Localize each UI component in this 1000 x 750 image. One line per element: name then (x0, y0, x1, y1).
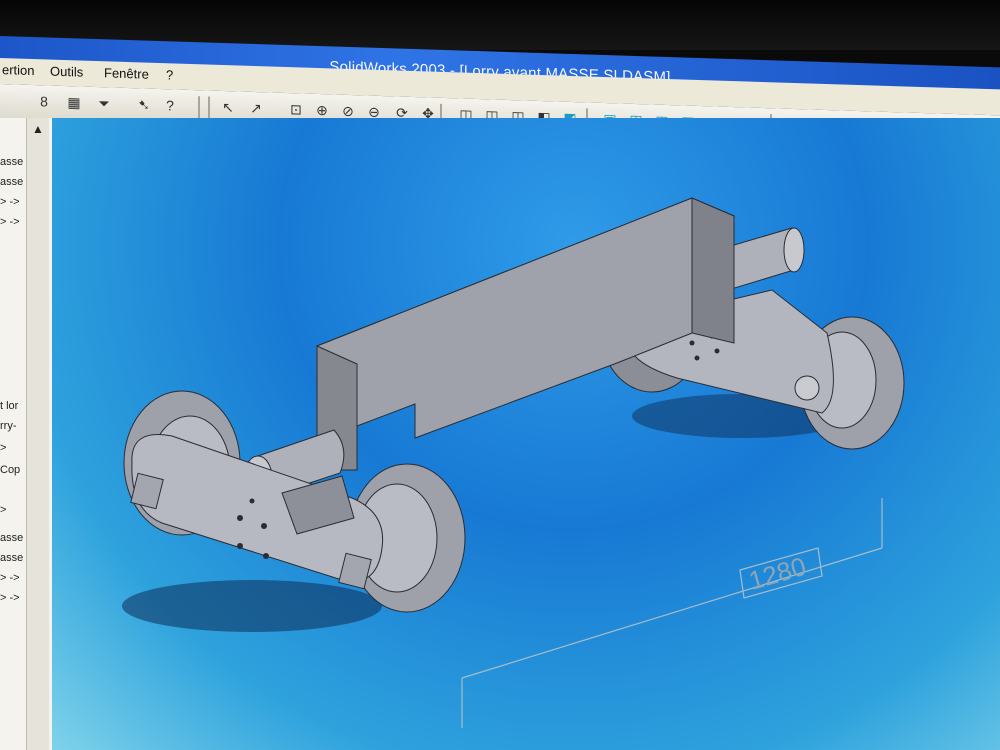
feature-tree-item[interactable]: > -> (0, 592, 20, 604)
feature-tree-item[interactable]: > (0, 504, 6, 516)
front-bogie[interactable] (123, 390, 466, 613)
menu-fenetre[interactable]: Fenêtre (104, 65, 149, 81)
beam-side-face (691, 197, 735, 344)
feature-tree-item[interactable]: > -> (0, 216, 20, 228)
dimension-1280[interactable]: 1280 (461, 498, 883, 728)
rear-axle-end (783, 227, 805, 273)
filter-icon[interactable]: ⏷ (94, 93, 114, 114)
zoom-fit-icon[interactable]: ⊡ (286, 99, 306, 120)
menu-outils[interactable]: Outils (50, 64, 83, 80)
front-bogie-shadow (122, 580, 382, 632)
help-icon[interactable]: ? (160, 95, 180, 116)
feature-tree-item[interactable]: Cop (0, 464, 20, 476)
options-icon[interactable]: ▦ (64, 92, 84, 113)
feature-tree-item[interactable]: > -> (0, 196, 20, 208)
feature-manager-panel: asse asse > -> > -> t lor rry- > Cop > asse asse > … (0, 118, 53, 750)
feature-tree-item[interactable]: > (0, 442, 6, 454)
toolbar-separator (208, 96, 210, 119)
beam-front-face (316, 197, 693, 471)
select-icon[interactable]: ↖ (218, 97, 238, 118)
menu-insertion[interactable]: ertion (2, 62, 35, 78)
toolbar-separator (198, 96, 200, 119)
feature-tree-item[interactable]: t lor (0, 400, 18, 412)
select-other-icon[interactable]: ↗ (246, 98, 266, 119)
assembly-scene[interactable]: 1280 (52, 118, 1000, 750)
feature-tree-item[interactable]: asse (0, 552, 23, 564)
menu-help[interactable]: ? (166, 67, 173, 82)
rear-pivot-bolt (794, 375, 820, 401)
feature-tree-scrollbar[interactable]: ▲ (26, 118, 49, 750)
feature-tree-item[interactable]: asse (0, 176, 23, 188)
feature-tree-item[interactable]: > -> (0, 572, 20, 584)
scroll-up-arrow-icon[interactable]: ▲ (27, 122, 49, 140)
feature-tree-item[interactable]: asse (0, 532, 23, 544)
whats-this-icon[interactable]: ➷ (134, 94, 154, 115)
graphics-viewport[interactable]: 1280 (52, 118, 1000, 750)
feature-tree-item[interactable]: asse (0, 156, 23, 168)
rebuild-icon[interactable]: 8 (34, 91, 54, 112)
feature-tree-item[interactable]: rry- (0, 420, 17, 432)
